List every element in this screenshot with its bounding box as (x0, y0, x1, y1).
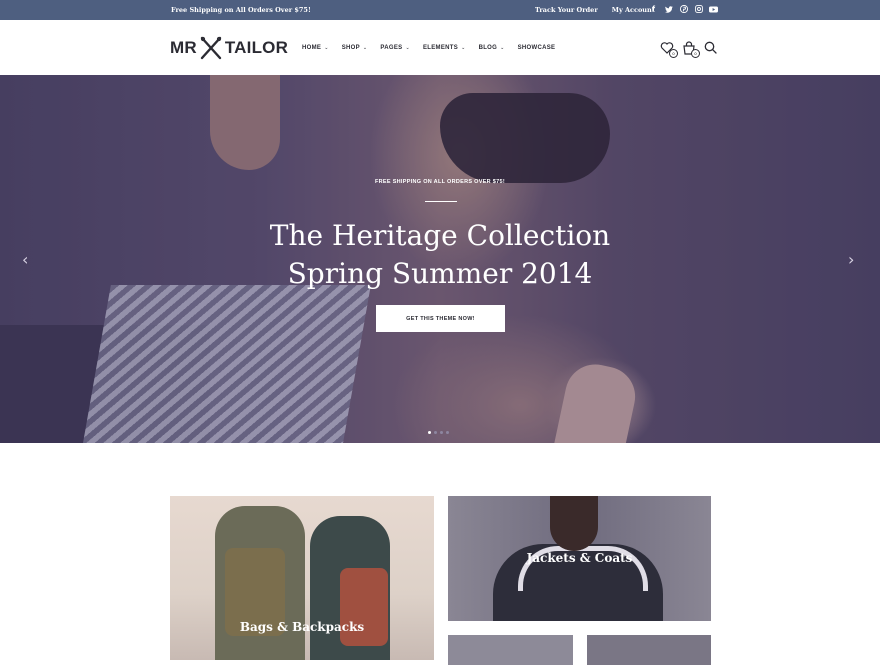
slider-next-icon[interactable]: › (848, 250, 854, 269)
header-icons: 0 0 (660, 41, 720, 58)
chevron-down-icon: ⌄ (362, 45, 368, 51)
slider-dot[interactable] (446, 431, 449, 434)
facebook-icon[interactable]: f (649, 4, 658, 14)
nav-label: SHOWCASE (517, 45, 556, 51)
chevron-down-icon: ⌄ (405, 45, 410, 51)
nav-item-pages[interactable]: PAGES ⌄ (380, 45, 410, 51)
slider-dot[interactable] (434, 431, 437, 434)
nav-item-home[interactable]: HOME ⌄ (302, 45, 329, 51)
instagram-icon[interactable] (694, 4, 703, 14)
search-button[interactable] (704, 41, 720, 57)
category-bags-backpacks[interactable]: Bags & Backpacks (170, 496, 434, 660)
nav-label: SHOP (341, 45, 360, 51)
slider-dot[interactable] (428, 431, 431, 434)
logo-text-tailor: TAILOR (224, 38, 289, 57)
nav-item-showcase[interactable]: SHOWCASE (518, 45, 556, 51)
category-tile[interactable] (587, 635, 711, 665)
category-label: Jackets & Coats (526, 551, 633, 565)
hero-title: The Heritage Collection Spring Summer 20… (0, 217, 880, 293)
search-icon (704, 41, 717, 54)
hero-tagline: FREE SHIPPING ON ALL ORDERS OVER $75! (375, 179, 505, 185)
nav-label: BLOG (478, 45, 498, 51)
nav-label: HOME (302, 45, 322, 51)
top-bar: Free Shipping on All Orders Over $75! Tr… (0, 0, 880, 20)
social-links: f (649, 4, 718, 14)
logo-text-mr: MR (170, 38, 197, 57)
hero-title-line-2: Spring Summer 2014 (287, 257, 593, 290)
chevron-down-icon: ⌄ (500, 45, 505, 51)
chevron-down-icon: ⌄ (461, 45, 466, 51)
youtube-icon[interactable] (709, 4, 718, 14)
hero-divider (425, 201, 457, 202)
category-label: Bags & Backpacks (239, 620, 365, 634)
site-header: MR TAILOR HOME ⌄ SHOP ⌄ PAGES ⌄ ELEMENTS ⌄ B… (0, 20, 880, 75)
nav-label: ELEMENTS (422, 45, 459, 51)
hero-title-line-1: The Heritage Collection (269, 219, 611, 252)
main-nav: HOME ⌄ SHOP ⌄ PAGES ⌄ ELEMENTS ⌄ BLOG ⌄ SHOWC… (302, 45, 555, 51)
pinterest-icon[interactable] (679, 4, 688, 14)
cart-button[interactable]: 0 (682, 41, 700, 58)
crossed-needles-icon (200, 36, 222, 60)
get-theme-button[interactable]: GET THIS THEME NOW! (376, 305, 505, 332)
track-order-link[interactable]: Track Your Order (535, 6, 598, 14)
slider-pagination (428, 431, 449, 434)
nav-item-elements[interactable]: ELEMENTS ⌄ (423, 45, 466, 51)
cart-count-badge: 0 (691, 49, 700, 58)
twitter-icon[interactable] (664, 4, 673, 14)
wishlist-count-badge: 0 (669, 49, 678, 58)
category-image-backpack (340, 568, 388, 646)
nav-item-shop[interactable]: SHOP ⌄ (342, 45, 368, 51)
slider-dot[interactable] (440, 431, 443, 434)
free-shipping-notice: Free Shipping on All Orders Over $75! (171, 6, 311, 14)
category-tile[interactable] (448, 635, 573, 665)
nav-item-blog[interactable]: BLOG ⌄ (479, 45, 505, 51)
nav-label: PAGES (380, 45, 403, 51)
slider-prev-icon[interactable]: ‹ (22, 250, 28, 269)
top-links: Track Your Order My Account (535, 6, 655, 14)
wishlist-button[interactable]: 0 (660, 41, 678, 58)
site-logo[interactable]: MR TAILOR (170, 36, 288, 60)
category-jackets-coats[interactable]: Jackets & Coats (448, 496, 711, 621)
hero-slider: FREE SHIPPING ON ALL ORDERS OVER $75! Th… (0, 75, 880, 443)
category-image-head (550, 496, 598, 551)
chevron-down-icon: ⌄ (324, 45, 329, 51)
